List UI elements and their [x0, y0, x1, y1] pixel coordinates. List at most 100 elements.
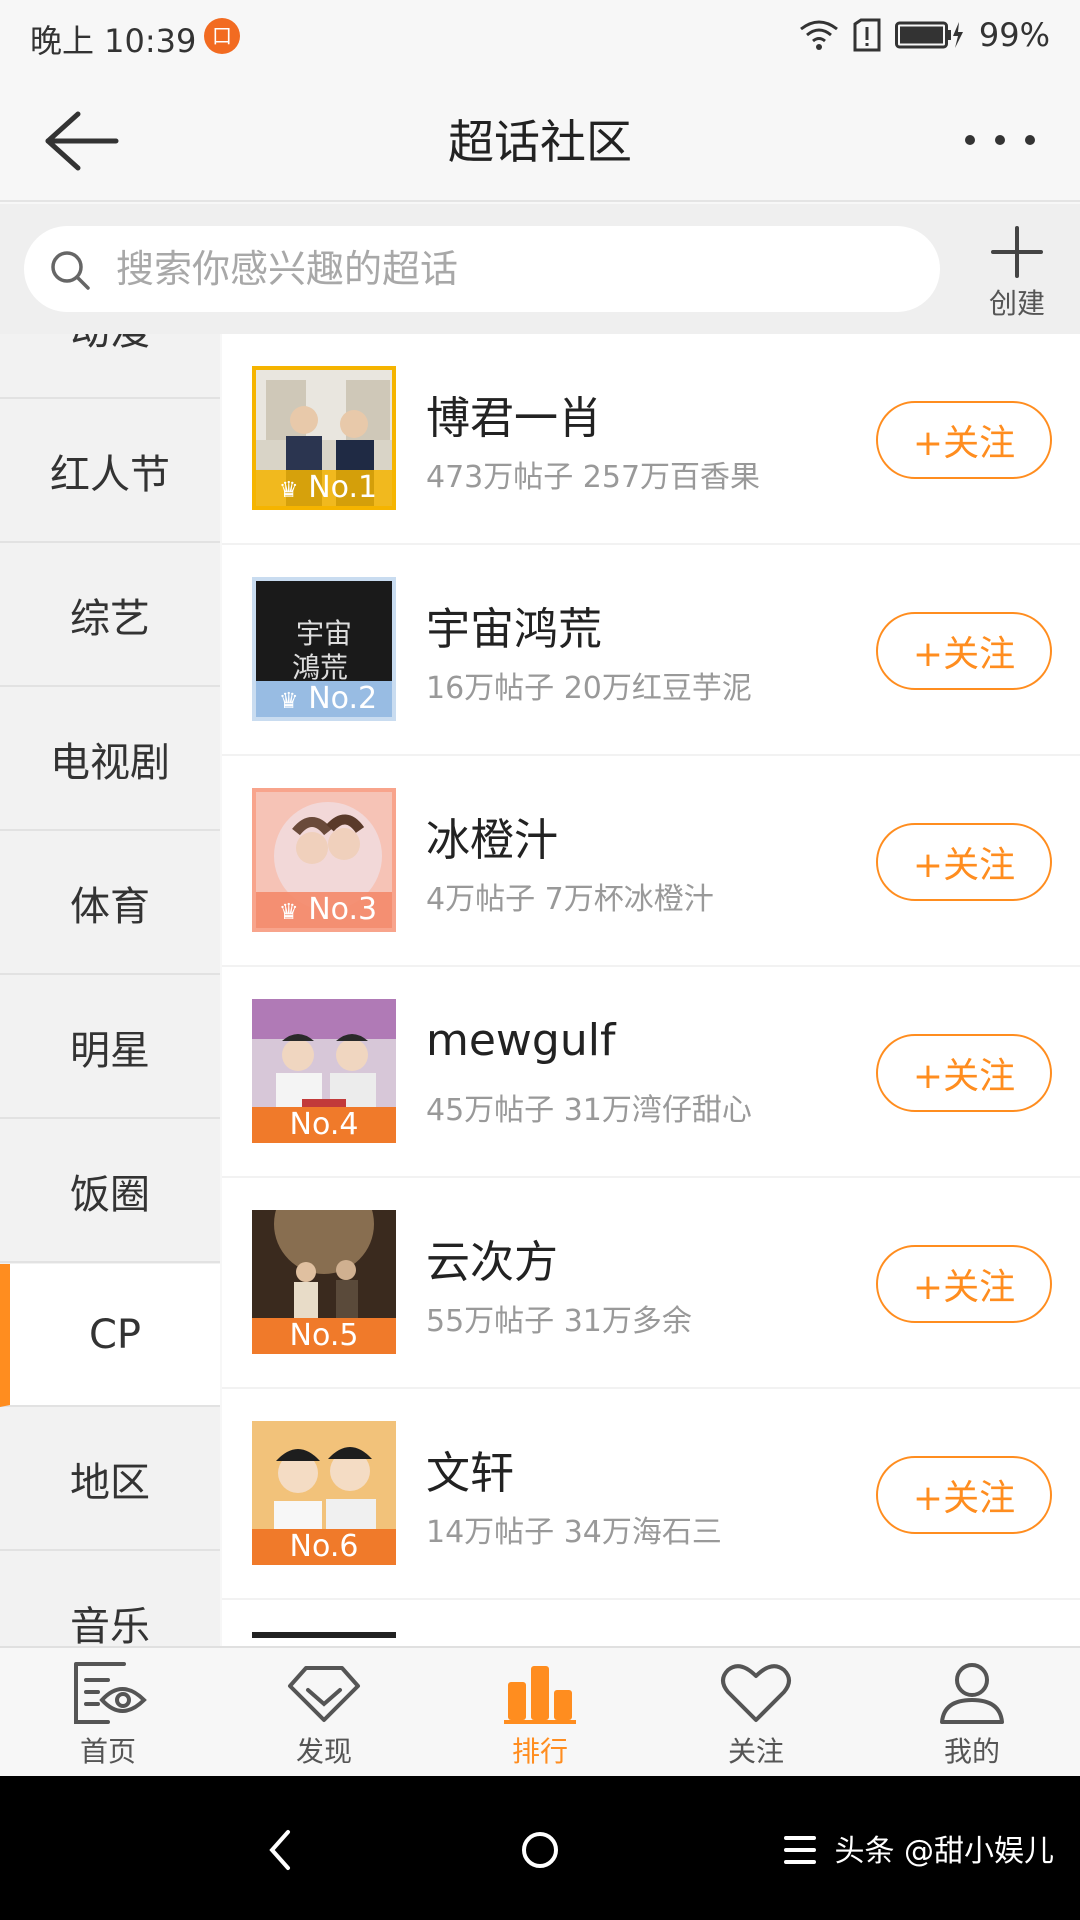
cover-image: No.6 — [252, 1421, 396, 1565]
topic-stats: 14万帖子 34万海石三 — [426, 1515, 722, 1550]
sidebar-item-partial[interactable]: 动漫 — [0, 334, 220, 399]
tab-follow[interactable]: 关注 — [648, 1660, 864, 1770]
sidebar-item-label: 明星 — [70, 1027, 150, 1074]
more-dots-icon[interactable] — [960, 120, 1040, 160]
sidebar-item-fandom[interactable]: 饭圈 — [0, 1120, 220, 1263]
sidebar-item-label: CP — [88, 1311, 142, 1358]
sidebar-item-variety[interactable]: 综艺 — [0, 544, 220, 687]
topic-stats: 473万帖子 257万百香果 — [426, 460, 761, 495]
tab-label: 排行 — [511, 1735, 568, 1768]
list-item[interactable]: No.4 mewgulf 45万帖子 31万湾仔甜心 +关注 — [222, 967, 1080, 1176]
watermark: 头条 @甜小娱儿 — [834, 1834, 1054, 1869]
sidebar-item-music[interactable]: 音乐 — [0, 1552, 220, 1647]
topic-name: 冰橙汁 — [426, 815, 558, 866]
topic-stats: 55万帖子 31万多余 — [426, 1304, 692, 1339]
list-item[interactable]: No.6 文轩 14万帖子 34万海石三 +关注 — [222, 1389, 1080, 1598]
nav-home-icon[interactable] — [510, 1820, 570, 1880]
tab-label: 我的 — [943, 1735, 1000, 1768]
discover-diamond-icon — [288, 1666, 360, 1722]
list-item-partial[interactable] — [222, 1600, 1080, 1646]
sidebar-item-label: 综艺 — [70, 595, 150, 642]
topic-name: 文轩 — [426, 1448, 514, 1499]
follow-button[interactable]: +关注 — [876, 1034, 1052, 1112]
svg-text:宇宙: 宇宙 — [296, 617, 352, 650]
search-box[interactable] — [24, 226, 940, 312]
cover-image: ♛ No.3 — [252, 788, 396, 932]
create-label: 创建 — [988, 287, 1045, 320]
sidebar-item-cp[interactable]: CP — [0, 1264, 220, 1407]
topic-stats: 45万帖子 31万湾仔甜心 — [426, 1093, 752, 1128]
sidebar-item-label: 音乐 — [70, 1603, 150, 1647]
cover-image: No.5 — [252, 1210, 396, 1354]
notification-app-icon: 口 — [204, 18, 240, 54]
rank-badge: ♛ No.2 — [256, 681, 392, 717]
rank-label: No.2 — [308, 681, 378, 716]
sidebar-item-label: 动漫 — [70, 334, 150, 356]
tab-discover[interactable]: 发现 — [216, 1660, 432, 1770]
battery-percent: 99% — [978, 16, 1050, 54]
crown-icon: ♛ — [278, 689, 299, 714]
follow-button[interactable]: +关注 — [876, 612, 1052, 690]
sidebar-item-label: 电视剧 — [50, 739, 170, 786]
cover-image — [252, 1632, 396, 1646]
sidebar-item-sports[interactable]: 体育 — [0, 832, 220, 975]
bottom-tab-bar: 首页 发现 排行 关注 我的 — [0, 1646, 1080, 1776]
sim-alert-icon — [853, 18, 881, 52]
sidebar-item-honghuajie[interactable]: 红人节 — [0, 400, 220, 543]
search-input[interactable] — [116, 226, 916, 312]
rank-badge: No.6 — [252, 1529, 396, 1565]
nav-back-icon[interactable] — [250, 1820, 310, 1880]
top-header: 超话社区 — [0, 76, 1080, 202]
system-nav-bar: 头条 @甜小娱儿 — [0, 1776, 1080, 1920]
topic-name: 宇宙鸿荒 — [426, 604, 602, 655]
ranking-bars-icon — [504, 1666, 576, 1724]
topic-name: mewgulf — [426, 1015, 616, 1066]
sidebar-item-stars[interactable]: 明星 — [0, 976, 220, 1119]
sidebar-item-label: 红人节 — [50, 451, 170, 498]
category-sidebar: 动漫 红人节 综艺 电视剧 体育 明星 饭圈 CP 地区 音乐 — [0, 334, 220, 1646]
rank-badge: ♛ No.1 — [256, 470, 392, 506]
sidebar-item-region[interactable]: 地区 — [0, 1408, 220, 1551]
follow-button[interactable]: +关注 — [876, 401, 1052, 479]
tab-label: 首页 — [79, 1735, 136, 1768]
tab-me[interactable]: 我的 — [864, 1660, 1080, 1770]
crown-icon: ♛ — [278, 900, 299, 925]
ranking-list: ♛ No.1 博君一肖 473万帖子 257万百香果 +关注 宇宙 鴻荒 ♛ N… — [222, 334, 1080, 1646]
follow-button[interactable]: +关注 — [876, 823, 1052, 901]
rank-badge: No.4 — [252, 1107, 396, 1143]
profile-icon — [940, 1663, 1004, 1724]
rank-badge: No.5 — [252, 1318, 396, 1354]
sidebar-item-label: 饭圈 — [70, 1171, 150, 1218]
cover-image: ♛ No.1 — [252, 366, 396, 510]
list-item[interactable]: 宇宙 鴻荒 ♛ No.2 宇宙鸿荒 16万帖子 20万红豆芋泥 +关注 — [222, 545, 1080, 754]
sidebar-item-label: 体育 — [70, 883, 150, 930]
rank-label: No.3 — [308, 892, 378, 927]
tab-label: 发现 — [295, 1735, 352, 1768]
tab-label: 关注 — [727, 1735, 784, 1768]
search-bar: 创建 — [0, 204, 1080, 334]
sidebar-item-tv-drama[interactable]: 电视剧 — [0, 688, 220, 831]
heart-icon — [721, 1664, 791, 1722]
nav-menu-icon[interactable] — [770, 1820, 830, 1880]
sidebar-item-label: 地区 — [70, 1459, 150, 1506]
follow-button[interactable]: +关注 — [876, 1456, 1052, 1534]
svg-text:鴻荒: 鴻荒 — [292, 651, 348, 684]
home-eye-icon — [74, 1662, 147, 1724]
follow-button[interactable]: +关注 — [876, 1245, 1052, 1323]
list-item[interactable]: ♛ No.3 冰橙汁 4万帖子 7万杯冰橙汁 +关注 — [222, 756, 1080, 965]
topic-stats: 16万帖子 20万红豆芋泥 — [426, 671, 752, 706]
topic-stats: 4万帖子 7万杯冰橙汁 — [426, 882, 714, 917]
create-button[interactable]: 创建 — [980, 224, 1054, 322]
list-item[interactable]: ♛ No.1 博君一肖 473万帖子 257万百香果 +关注 — [222, 334, 1080, 543]
tab-ranking[interactable]: 排行 — [432, 1660, 648, 1770]
topic-name: 博君一肖 — [426, 393, 602, 444]
status-time: 晚上 10:39 — [30, 22, 197, 60]
cover-image: 宇宙 鴻荒 ♛ No.2 — [252, 577, 396, 721]
rank-label: No.1 — [308, 470, 378, 505]
rank-badge: ♛ No.3 — [256, 892, 392, 928]
search-icon — [51, 251, 90, 290]
page-title: 超话社区 — [448, 115, 632, 169]
list-item[interactable]: No.5 云次方 55万帖子 31万多余 +关注 — [222, 1178, 1080, 1387]
status-bar: 晚上 10:39 口 99% — [0, 0, 1080, 76]
tab-home[interactable]: 首页 — [0, 1660, 216, 1770]
